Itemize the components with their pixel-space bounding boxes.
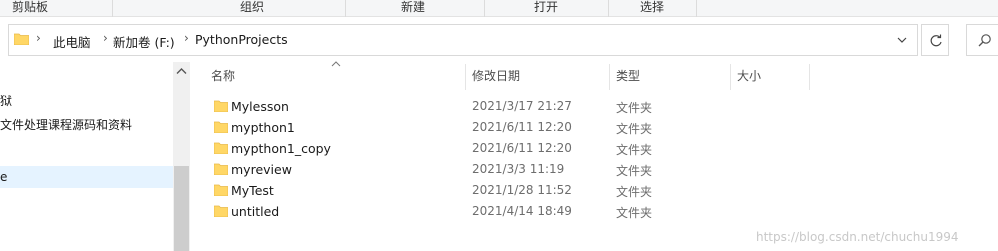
- file-name: mypthon1_copy: [231, 141, 331, 156]
- ribbon-group-select: 选择: [640, 0, 665, 14]
- breadcrumb-separator-icon[interactable]: ›: [36, 31, 41, 45]
- file-name: mypthon1: [231, 120, 295, 135]
- nav-item[interactable]: 文件处理课程源码和资料: [0, 116, 132, 133]
- sort-ascending-icon: [331, 61, 341, 67]
- ribbon-group-new: 新建: [401, 0, 426, 14]
- column-header-size[interactable]: 大小: [737, 64, 761, 90]
- ribbon-divider: [484, 0, 485, 17]
- file-name: untitled: [231, 204, 280, 219]
- ribbon-divider: [608, 0, 609, 17]
- column-divider[interactable]: [730, 64, 731, 90]
- column-divider[interactable]: [809, 64, 810, 90]
- file-type: 文件夹: [616, 122, 653, 136]
- file-row[interactable]: Mylesson 2021/3/17 21:27 文件夹: [206, 96, 998, 117]
- breadcrumb-pythonprojects[interactable]: PythonProjects: [195, 32, 288, 47]
- address-bar[interactable]: › 此电脑 › 新加卷 (F:) › PythonProjects: [8, 24, 918, 56]
- column-divider[interactable]: [609, 64, 610, 90]
- folder-icon: [214, 184, 228, 196]
- scroll-up-icon[interactable]: [176, 67, 187, 75]
- folder-icon: [214, 142, 228, 154]
- file-date: 2021/3/17 21:27: [472, 99, 572, 113]
- file-row[interactable]: myreview 2021/3/3 11:19 文件夹: [206, 159, 998, 180]
- nav-item-selected[interactable]: e: [0, 166, 173, 188]
- refresh-icon: [930, 34, 942, 47]
- file-date: 2021/1/28 11:52: [472, 183, 572, 197]
- folder-icon: [14, 33, 29, 45]
- watermark: https://blog.csdn.net/chuchu1994: [756, 230, 959, 244]
- file-name: myreview: [231, 162, 292, 177]
- file-date: 2021/4/14 18:49: [472, 204, 572, 218]
- search-icon: [978, 34, 991, 47]
- column-divider[interactable]: [465, 64, 466, 90]
- file-name: Mylesson: [231, 99, 289, 114]
- breadcrumb-drive-f[interactable]: 新加卷 (F:): [113, 32, 175, 51]
- folder-icon: [214, 205, 228, 217]
- folder-icon: [214, 163, 228, 175]
- column-header-type[interactable]: 类型: [616, 64, 640, 90]
- file-name: MyTest: [231, 183, 274, 198]
- file-date: 2021/6/11 12:20: [472, 120, 572, 134]
- nav-item-label: e: [0, 170, 8, 184]
- file-type: 文件夹: [616, 206, 653, 220]
- ribbon-divider: [112, 0, 113, 17]
- refresh-button[interactable]: [921, 24, 949, 56]
- column-header-date[interactable]: 修改日期: [472, 64, 520, 90]
- breadcrumb-separator-icon[interactable]: ›: [184, 31, 189, 45]
- file-row[interactable]: mypthon1 2021/6/11 12:20 文件夹: [206, 117, 998, 138]
- file-date: 2021/6/11 12:20: [472, 141, 572, 155]
- file-row[interactable]: untitled 2021/4/14 18:49 文件夹: [206, 201, 998, 222]
- file-date: 2021/3/3 11:19: [472, 162, 565, 176]
- file-row[interactable]: mypthon1_copy 2021/6/11 12:20 文件夹: [206, 138, 998, 159]
- breadcrumb-separator-icon[interactable]: ›: [103, 31, 108, 45]
- file-type: 文件夹: [616, 164, 653, 178]
- scrollbar-thumb[interactable]: [174, 166, 189, 251]
- folder-icon: [214, 121, 228, 133]
- column-header-name[interactable]: 名称: [211, 64, 235, 90]
- nav-scrollbar[interactable]: [173, 62, 190, 251]
- ribbon-group-organize: 组织: [240, 0, 265, 14]
- breadcrumb-this-pc[interactable]: 此电脑: [53, 32, 91, 51]
- file-type: 文件夹: [616, 101, 653, 115]
- file-type: 文件夹: [616, 185, 653, 199]
- search-box[interactable]: [966, 24, 998, 56]
- nav-item[interactable]: 狱: [0, 92, 12, 109]
- file-type: 文件夹: [616, 143, 653, 157]
- navigation-pane: 狱 文件处理课程源码和资料 e: [0, 62, 173, 251]
- ribbon-group-clipboard: 剪贴板: [12, 0, 49, 14]
- chevron-down-icon[interactable]: [895, 33, 909, 47]
- ribbon-divider: [345, 0, 346, 17]
- ribbon-divider: [696, 0, 697, 17]
- file-row[interactable]: MyTest 2021/1/28 11:52 文件夹: [206, 180, 998, 201]
- folder-icon: [214, 100, 228, 112]
- ribbon-group-labels: 剪贴板 组织 新建 打开 选择: [0, 0, 998, 17]
- ribbon-group-open: 打开: [534, 0, 559, 14]
